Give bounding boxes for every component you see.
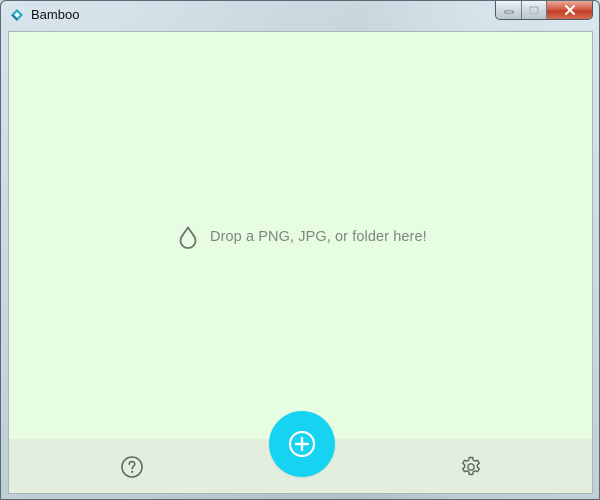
caption-buttons xyxy=(495,1,593,20)
droplet-icon xyxy=(179,226,197,249)
close-button[interactable] xyxy=(547,1,592,19)
window-title: Bamboo xyxy=(31,7,80,22)
drop-hint-text: Drop a PNG, JPG, or folder here! xyxy=(210,229,427,245)
drop-hint: Drop a PNG, JPG, or folder here! xyxy=(177,225,427,249)
minimize-icon xyxy=(504,10,513,14)
title-bar[interactable]: Bamboo xyxy=(1,1,599,29)
help-icon[interactable] xyxy=(120,455,144,479)
maximize-icon xyxy=(529,5,539,15)
close-icon xyxy=(564,5,575,15)
gear-icon[interactable] xyxy=(459,455,483,479)
minimize-button[interactable] xyxy=(496,1,522,19)
app-window: Bamboo Drop a PNG, JPG, or folder here! xyxy=(0,0,600,500)
bamboo-logo-icon xyxy=(11,9,23,21)
maximize-button[interactable] xyxy=(522,1,547,19)
drop-zone[interactable]: Drop a PNG, JPG, or folder here! xyxy=(9,32,592,439)
add-button[interactable] xyxy=(269,411,335,477)
add-icon xyxy=(288,430,316,458)
app-content: Drop a PNG, JPG, or folder here! xyxy=(8,31,593,494)
